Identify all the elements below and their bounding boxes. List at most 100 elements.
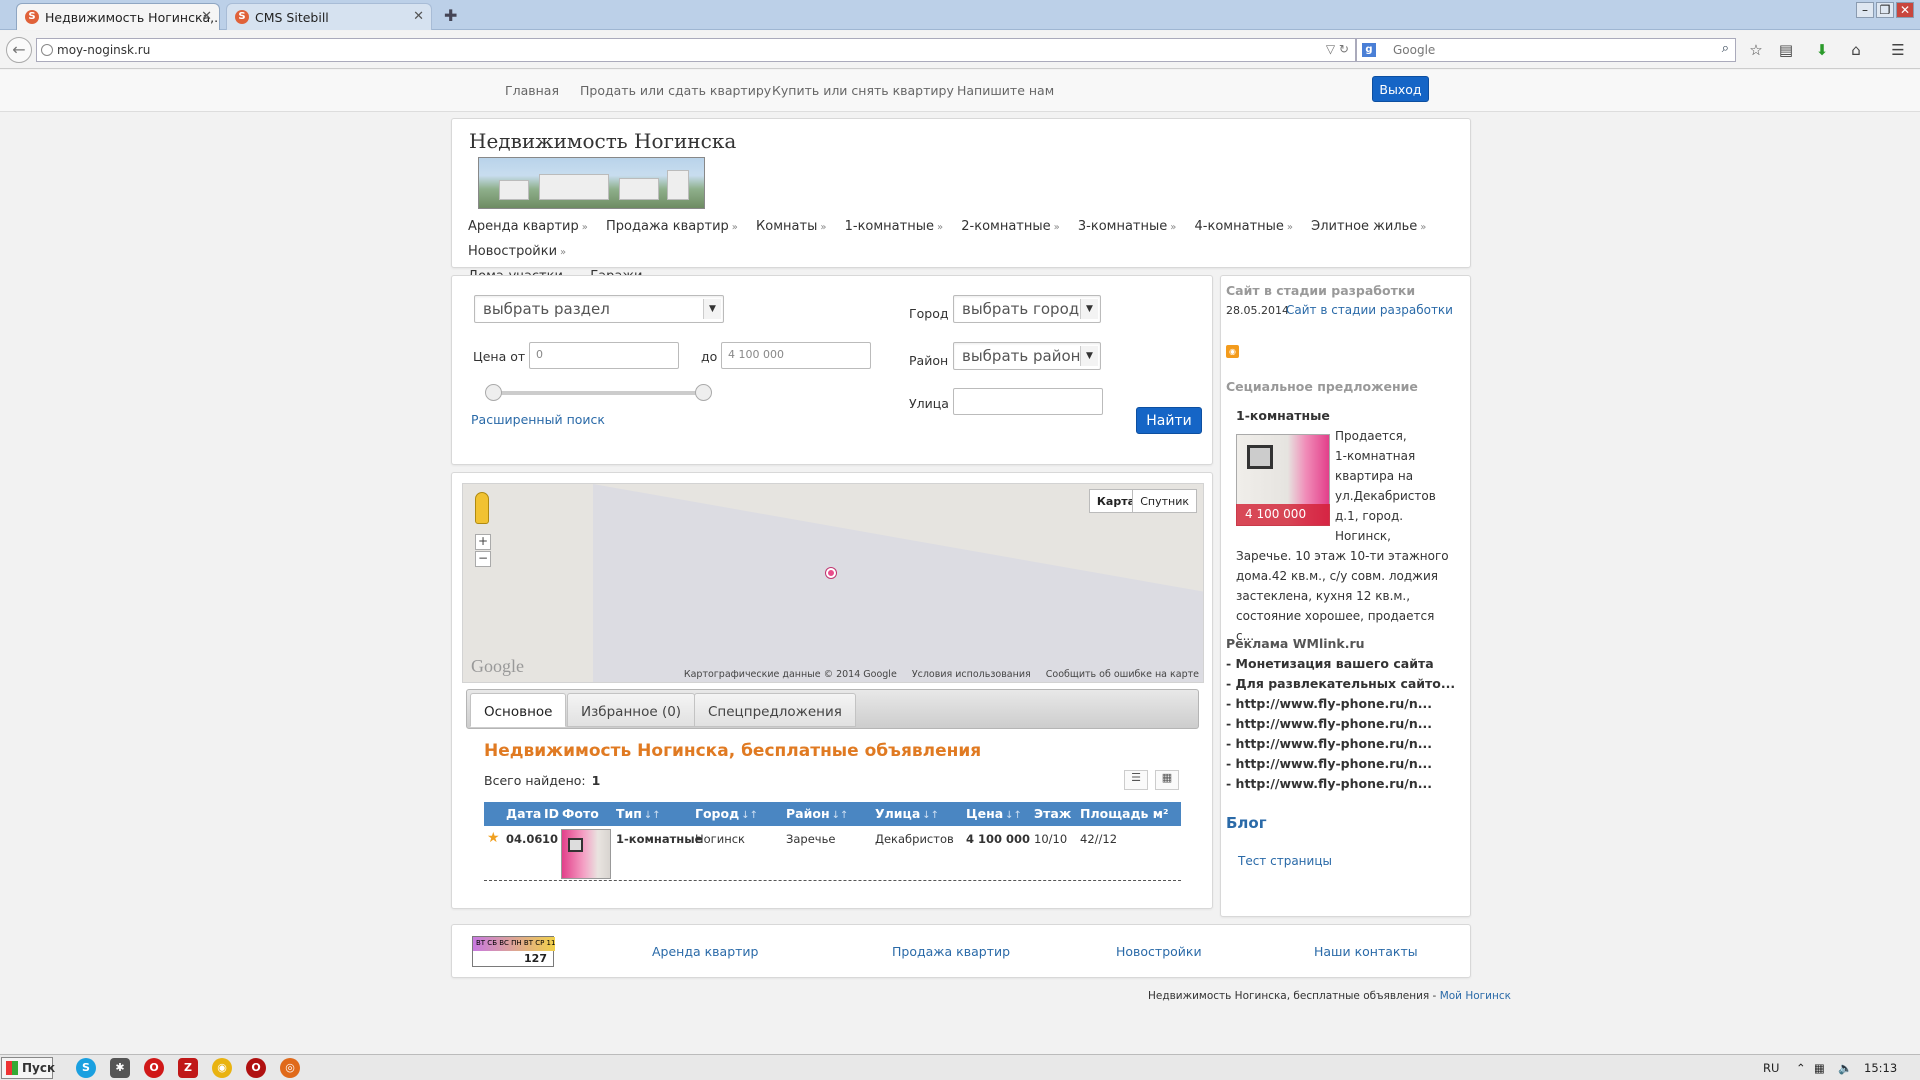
- tab-label: CMS Sitebill: [255, 10, 329, 25]
- row-type[interactable]: 1-комнатные: [616, 832, 702, 846]
- list-view-icon[interactable]: ☰: [1124, 770, 1148, 790]
- blog-link[interactable]: Тест страницы: [1238, 854, 1332, 868]
- close-tab-icon[interactable]: ✕: [413, 9, 424, 24]
- city-select[interactable]: выбрать город ▼: [953, 295, 1101, 323]
- ad-link[interactable]: - http://www.fly-phone.ru/n...: [1226, 696, 1432, 711]
- category-link[interactable]: Элитное жилье»: [1311, 219, 1426, 234]
- bookmark-star-icon[interactable]: ☆: [1746, 41, 1766, 61]
- price-slider-min-handle[interactable]: [485, 384, 502, 401]
- nav-buy[interactable]: Купить или снять квартиру: [772, 83, 954, 98]
- site-title: Недвижимость Ногинска: [469, 129, 737, 153]
- close-window-button[interactable]: ✕: [1896, 2, 1914, 18]
- map-report-link[interactable]: Сообщить об ошибке на карте: [1046, 669, 1199, 680]
- firefox-icon[interactable]: ◎: [280, 1058, 300, 1078]
- price-slider-max-handle[interactable]: [695, 384, 712, 401]
- rss-icon[interactable]: ◉: [1226, 345, 1239, 358]
- special-offer-category[interactable]: 1-комнатные: [1236, 408, 1330, 423]
- volume-icon[interactable]: 🔈: [1838, 1061, 1852, 1075]
- zoom-out-button[interactable]: −: [475, 551, 491, 567]
- app-icon[interactable]: ✱: [110, 1058, 130, 1078]
- browser-tab[interactable]: S CMS Sitebill ✕: [226, 3, 432, 30]
- price-from-input[interactable]: 0: [529, 342, 679, 369]
- col-type[interactable]: Тип ↓↑: [616, 806, 661, 821]
- search-bar[interactable]: g Google ⌕: [1356, 38, 1736, 62]
- section-select[interactable]: выбрать раздел ▼: [474, 295, 724, 323]
- ad-link[interactable]: - Для развлекательных сайто...: [1226, 676, 1455, 691]
- ad-link[interactable]: - http://www.fly-phone.ru/n...: [1226, 756, 1432, 771]
- street-input[interactable]: [953, 388, 1103, 415]
- category-link[interactable]: Аренда квартир»: [468, 219, 588, 234]
- filezilla-icon[interactable]: Z: [178, 1058, 198, 1078]
- ad-link[interactable]: - Монетизация вашего сайта: [1226, 656, 1434, 671]
- opera-icon[interactable]: O: [246, 1058, 266, 1078]
- copyright-link[interactable]: Мой Ногинск: [1440, 990, 1511, 1002]
- search-icon[interactable]: ⌕: [1722, 41, 1729, 56]
- maximize-button[interactable]: ❐: [1876, 2, 1894, 18]
- map-marker-icon[interactable]: [826, 568, 836, 578]
- advanced-search-link[interactable]: Расширенный поиск: [471, 412, 605, 427]
- section-select-value: выбрать раздел: [483, 300, 610, 318]
- col-district[interactable]: Район ↓↑: [786, 806, 848, 821]
- street-view-pegman-icon[interactable]: [475, 492, 489, 524]
- back-button[interactable]: ←: [6, 37, 32, 63]
- visitor-counter[interactable]: ВТ СБ ВС ПН ВТ СР 11 127: [472, 936, 555, 967]
- home-icon[interactable]: ⌂: [1846, 41, 1866, 61]
- tray-expand-icon[interactable]: ⌃: [1796, 1061, 1806, 1075]
- logout-button[interactable]: Выход: [1372, 76, 1429, 102]
- zoom-in-button[interactable]: +: [475, 534, 491, 550]
- address-bar[interactable]: moy-noginsk.ru ▽ ↻: [36, 38, 1356, 62]
- ad-link[interactable]: - http://www.fly-phone.ru/n...: [1226, 736, 1432, 751]
- reload-icon[interactable]: ▽ ↻: [1326, 42, 1349, 56]
- footer-link-rent[interactable]: Аренда квартир: [652, 944, 758, 959]
- footer-link-sale[interactable]: Продажа квартир: [892, 944, 1010, 959]
- nav-sell[interactable]: Продать или сдать квартиру: [580, 83, 771, 98]
- download-icon[interactable]: ⬇: [1812, 41, 1832, 61]
- col-street[interactable]: Улица ↓↑: [875, 806, 939, 821]
- nav-contact[interactable]: Напишите нам: [957, 83, 1054, 98]
- col-price[interactable]: Цена ↓↑: [966, 806, 1022, 821]
- table-row[interactable]: ★ 04.06 10 1-комнатные Ногинск Заречье Д…: [484, 828, 1181, 880]
- bookmarks-list-icon[interactable]: ▤: [1776, 41, 1796, 61]
- skype-icon[interactable]: S: [76, 1058, 96, 1078]
- col-date[interactable]: Дата: [506, 806, 541, 821]
- district-select[interactable]: выбрать район ▼: [953, 342, 1101, 370]
- news-link[interactable]: Сайт в стадии разработки: [1286, 303, 1453, 317]
- browser-tab-active[interactable]: S Недвижимость Ногинска,... ✕: [16, 3, 220, 30]
- network-icon[interactable]: ▦: [1814, 1061, 1825, 1075]
- language-indicator[interactable]: RU: [1763, 1061, 1779, 1075]
- grid-view-icon[interactable]: ▦: [1155, 770, 1179, 790]
- footer-link-contacts[interactable]: Наши контакты: [1314, 944, 1418, 959]
- ad-link[interactable]: - http://www.fly-phone.ru/n...: [1226, 776, 1432, 791]
- opera-icon[interactable]: O: [144, 1058, 164, 1078]
- chrome-icon[interactable]: ◉: [212, 1058, 232, 1078]
- category-link[interactable]: 2-комнатные»: [961, 219, 1060, 234]
- new-tab-icon[interactable]: ✚: [444, 6, 457, 25]
- col-id[interactable]: ID: [544, 806, 559, 821]
- category-link[interactable]: Комнаты»: [756, 219, 826, 234]
- category-link[interactable]: Продажа квартир»: [606, 219, 738, 234]
- menu-icon[interactable]: ☰: [1888, 41, 1908, 61]
- start-button[interactable]: Пуск: [1, 1057, 55, 1079]
- minimize-button[interactable]: –: [1856, 2, 1874, 18]
- category-link[interactable]: 3-комнатные»: [1078, 219, 1177, 234]
- ad-link[interactable]: - http://www.fly-phone.ru/n...: [1226, 716, 1432, 731]
- tab-favorites[interactable]: Избранное (0): [567, 693, 696, 727]
- map[interactable]: + − Карта Спутник Google Картографически…: [462, 483, 1204, 683]
- tab-special-offers[interactable]: Спецпредложения: [694, 693, 856, 727]
- find-button[interactable]: Найти: [1136, 407, 1202, 434]
- col-city[interactable]: Город ↓↑: [695, 806, 758, 821]
- category-link[interactable]: Новостройки»: [468, 244, 566, 259]
- blog-heading[interactable]: Блог: [1226, 814, 1267, 832]
- close-tab-icon[interactable]: ✕: [201, 9, 212, 24]
- category-link[interactable]: 4-комнатные»: [1195, 219, 1294, 234]
- star-icon[interactable]: ★: [487, 830, 500, 846]
- clock[interactable]: 15:13: [1864, 1061, 1897, 1075]
- tab-main[interactable]: Основное: [470, 693, 567, 727]
- price-to-input[interactable]: 4 100 000: [721, 342, 871, 369]
- map-terms-link[interactable]: Условия использования: [912, 669, 1031, 680]
- nav-home[interactable]: Главная: [505, 83, 559, 98]
- category-link[interactable]: 1-комнатные»: [845, 219, 944, 234]
- footer-link-newbuilds[interactable]: Новостройки: [1116, 944, 1202, 959]
- map-type-satellite-button[interactable]: Спутник: [1132, 489, 1197, 513]
- row-photo[interactable]: [561, 829, 611, 879]
